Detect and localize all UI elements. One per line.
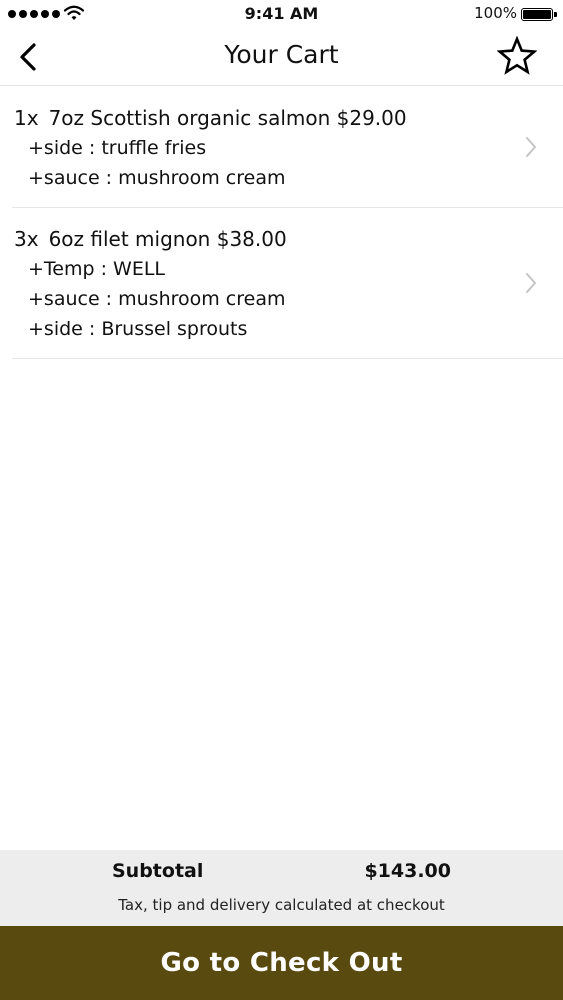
subtotal-value: $143.00 (364, 860, 451, 882)
star-outline-icon (497, 36, 537, 75)
cart-item-title: 1x 7oz Scottish organic salmon $29.00 (14, 103, 563, 133)
subtotal-panel: Subtotal $143.00 Tax, tip and delivery c… (0, 850, 563, 926)
chevron-right-icon (526, 137, 536, 157)
cart-item-name: 7oz Scottish organic salmon $29.00 (48, 106, 407, 130)
cart-item-name: 6oz filet mignon $38.00 (48, 227, 287, 251)
cart-item-option: +side : Brussel sprouts (28, 318, 248, 340)
cart-list: 1x 7oz Scottish organic salmon $29.00 +si… (12, 87, 563, 359)
subtotal-label: Subtotal (112, 860, 204, 882)
battery-percent: 100% (474, 4, 517, 22)
navigation-bar: Your Cart (0, 28, 563, 86)
checkout-note: Tax, tip and delivery calculated at chec… (118, 896, 445, 914)
chevron-right-icon (526, 273, 536, 293)
status-bar: 9:41 AM 100% (0, 0, 563, 28)
checkout-button[interactable]: Go to Check Out (0, 926, 563, 1000)
cart-item-quantity: 3x (14, 227, 39, 251)
cart-item-quantity: 1x (14, 106, 39, 130)
favorite-button[interactable] (495, 34, 539, 78)
cart-item-option: +sauce : mushroom cream (28, 288, 286, 310)
battery-icon (521, 8, 557, 21)
cart-item-title: 3x 6oz filet mignon $38.00 (14, 224, 563, 254)
cart-item[interactable]: 1x 7oz Scottish organic salmon $29.00 +si… (12, 87, 563, 208)
cart-item-option: +sauce : mushroom cream (28, 167, 286, 189)
cart-item-option: +Temp : WELL (28, 258, 165, 280)
cart-item[interactable]: 3x 6oz filet mignon $38.00 +Temp : WELL +… (12, 208, 563, 359)
cart-item-option: +side : truffle fries (28, 137, 207, 159)
page-title: Your Cart (224, 40, 339, 69)
